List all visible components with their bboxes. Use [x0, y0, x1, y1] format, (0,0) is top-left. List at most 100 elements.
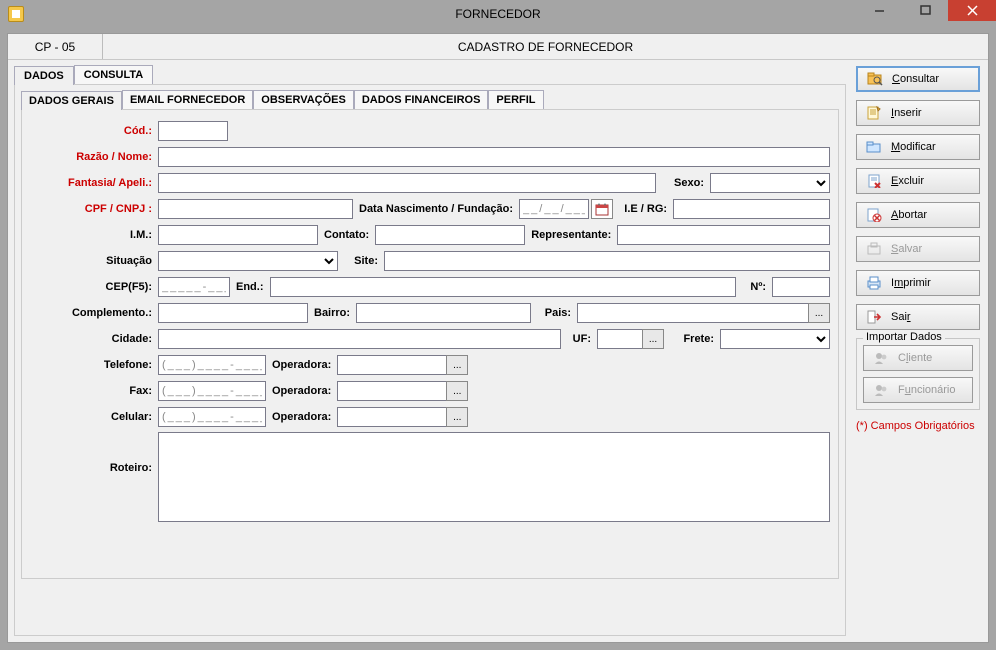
label-fantasia: Fantasia/ Apeli.: — [30, 177, 158, 189]
main-tabs: DADOS CONSULTA — [14, 64, 846, 84]
label-oper-fax: Operadora: — [266, 385, 337, 397]
consultar-button[interactable]: CConsultaronsultar — [856, 66, 980, 92]
input-fantasia[interactable] — [158, 173, 656, 193]
lookup-uf[interactable]: ... — [642, 329, 664, 349]
importar-cliente-button[interactable]: Cliente — [863, 345, 973, 371]
input-cpf[interactable] — [158, 199, 353, 219]
label-sexo: Sexo: — [656, 177, 710, 189]
label-oper-cel: Operadora: — [266, 411, 337, 423]
label-num: Nº: — [736, 281, 772, 293]
folder-open-icon — [865, 139, 883, 155]
subtab-observacoes[interactable]: OBSERVAÇÕES — [253, 90, 354, 109]
subtab-email[interactable]: EMAIL FORNECEDOR — [122, 90, 253, 109]
label-uf: UF: — [561, 333, 597, 345]
label-cpf: CPF / CNPJ : — [30, 203, 158, 215]
window-body: CP - 05 CADASTRO DE FORNECEDOR DADOS CON… — [7, 33, 989, 643]
input-compl[interactable] — [158, 303, 308, 323]
textarea-roteiro[interactable] — [158, 432, 830, 522]
subtab-perfil[interactable]: PERFIL — [488, 90, 543, 109]
lookup-oper-cel[interactable]: ... — [446, 407, 468, 427]
excluir-label: Excluir — [891, 175, 924, 187]
input-cep[interactable] — [158, 277, 230, 297]
importar-legend: Importar Dados — [863, 331, 945, 343]
label-oper-tel: Operadora: — [266, 359, 337, 371]
excluir-button[interactable]: Excluir — [856, 168, 980, 194]
select-sexo[interactable] — [710, 173, 830, 193]
input-oper-tel[interactable] — [337, 355, 447, 375]
header-strip: CP - 05 CADASTRO DE FORNECEDOR — [8, 34, 988, 60]
sair-label: Sair — [891, 311, 911, 323]
calendar-button[interactable] — [591, 199, 613, 219]
save-icon — [865, 241, 883, 257]
label-celular: Celular: — [30, 411, 158, 423]
close-button[interactable] — [948, 0, 996, 21]
input-repr[interactable] — [617, 225, 830, 245]
search-folder-icon — [866, 71, 884, 87]
abortar-label: Abortar — [891, 209, 927, 221]
input-pais[interactable] — [577, 303, 809, 323]
label-telefone: Telefone: — [30, 359, 158, 371]
input-telefone[interactable] — [158, 355, 266, 375]
input-cidade[interactable] — [158, 329, 561, 349]
input-contato[interactable] — [375, 225, 525, 245]
inserir-label: Inserir — [891, 107, 922, 119]
sair-button[interactable]: Sair — [856, 304, 980, 330]
select-frete[interactable] — [720, 329, 830, 349]
salvar-label: Salvar — [891, 243, 922, 255]
importar-funcionario-button[interactable]: Funcionário — [863, 377, 973, 403]
abortar-button[interactable]: Abortar — [856, 202, 980, 228]
label-ierg: I.E / RG: — [613, 203, 673, 215]
maximize-button[interactable] — [902, 0, 948, 21]
user-icon — [872, 350, 890, 366]
input-im[interactable] — [158, 225, 318, 245]
minimize-button[interactable] — [856, 0, 902, 21]
window-title: FORNECEDOR — [455, 7, 540, 21]
input-fax[interactable] — [158, 381, 266, 401]
exit-icon — [865, 309, 883, 325]
modificar-label: Modificar — [891, 141, 936, 153]
input-oper-fax[interactable] — [337, 381, 447, 401]
sidebar: CConsultaronsultar Inserir Modificar Exc… — [852, 60, 988, 642]
app-icon — [8, 6, 24, 22]
label-nasc: Data Nascimento / Fundação: — [353, 203, 519, 215]
label-repr: Representante: — [525, 229, 617, 241]
label-contato: Contato: — [318, 229, 375, 241]
select-situacao[interactable] — [158, 251, 338, 271]
input-uf[interactable] — [597, 329, 643, 349]
input-num[interactable] — [772, 277, 830, 297]
lookup-pais[interactable]: ... — [808, 303, 830, 323]
imprimir-button[interactable]: Imprimir — [856, 270, 980, 296]
label-end: End.: — [230, 281, 270, 293]
input-cod[interactable] — [158, 121, 228, 141]
subtab-financeiros[interactable]: DADOS FINANCEIROS — [354, 90, 489, 109]
importar-group: Importar Dados Cliente Funcionário — [856, 338, 980, 410]
input-ierg[interactable] — [673, 199, 830, 219]
new-file-icon — [865, 105, 883, 121]
salvar-button[interactable]: Salvar — [856, 236, 980, 262]
tab-dados[interactable]: DADOS — [14, 66, 74, 85]
label-im: I.M.: — [30, 229, 158, 241]
label-roteiro: Roteiro: — [30, 432, 158, 474]
label-site: Site: — [338, 255, 384, 267]
label-razao: Razão / Nome: — [30, 151, 158, 163]
input-site[interactable] — [384, 251, 830, 271]
subtab-dados-gerais[interactable]: DADOS GERAIS — [21, 91, 122, 110]
input-end[interactable] — [270, 277, 737, 297]
input-celular[interactable] — [158, 407, 266, 427]
label-fax: Fax: — [30, 385, 158, 397]
input-razao[interactable] — [158, 147, 830, 167]
imprimir-label: Imprimir — [891, 277, 931, 289]
tab-consulta[interactable]: CONSULTA — [74, 65, 153, 84]
header-code: CP - 05 — [8, 34, 103, 59]
input-oper-cel[interactable] — [337, 407, 447, 427]
input-nasc[interactable] — [519, 199, 589, 219]
label-situacao: Situação — [30, 255, 158, 267]
input-bairro[interactable] — [356, 303, 531, 323]
lookup-oper-tel[interactable]: ... — [446, 355, 468, 375]
inserir-button[interactable]: Inserir — [856, 100, 980, 126]
print-icon — [865, 275, 883, 291]
label-bairro: Bairro: — [308, 307, 356, 319]
modificar-button[interactable]: Modificar — [856, 134, 980, 160]
delete-icon — [865, 173, 883, 189]
lookup-oper-fax[interactable]: ... — [446, 381, 468, 401]
